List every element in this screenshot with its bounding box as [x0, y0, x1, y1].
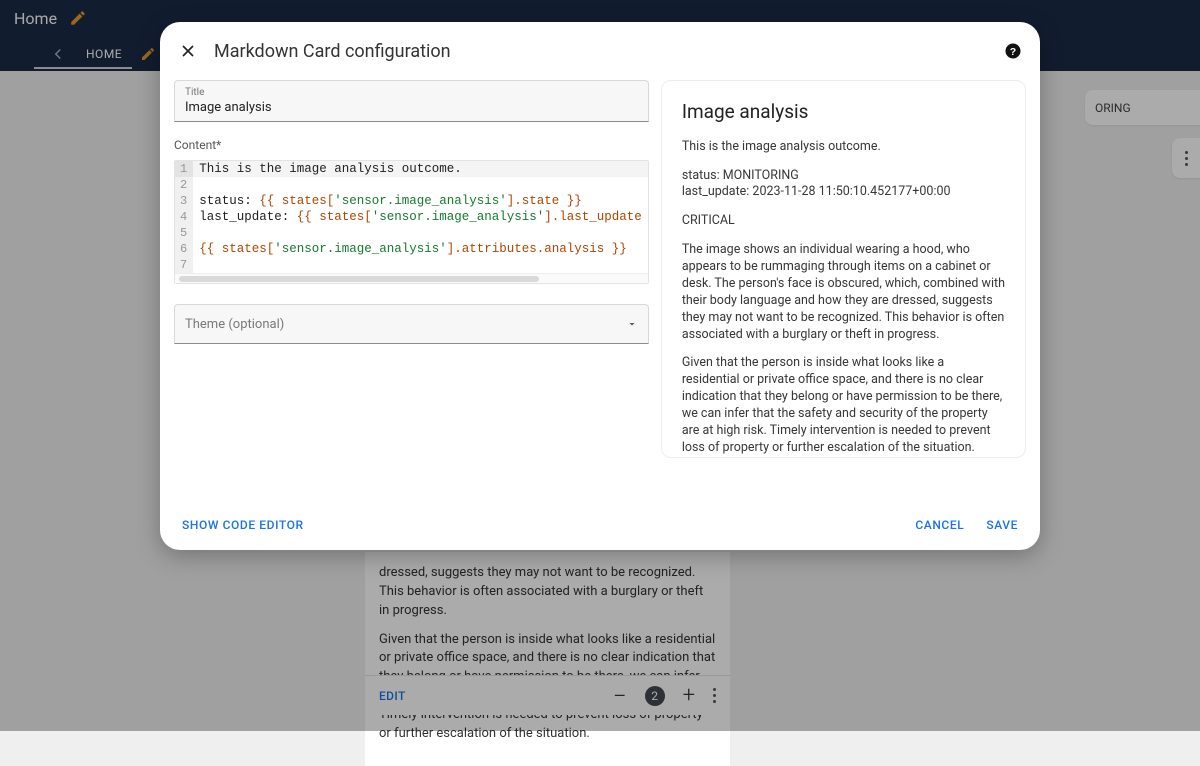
show-code-editor-button[interactable]: SHOW CODE EDITOR [182, 518, 304, 532]
preview-title: Image analysis [682, 99, 1005, 125]
preview-text: This is the image analysis outcome. [682, 139, 1005, 156]
code-editor[interactable]: 1This is the image analysis outcome. 2 3… [174, 160, 649, 284]
content-label: Content* [174, 138, 649, 152]
title-input[interactable]: Title Image analysis [174, 80, 649, 122]
preview-body: The image shows an individual wearing a … [682, 242, 1005, 343]
dialog-title: Markdown Card configuration [214, 41, 451, 62]
preview-card: Image analysis This is the image analysi… [661, 80, 1026, 458]
theme-select[interactable]: Theme (optional) [174, 304, 649, 344]
card-config-dialog: Markdown Card configuration ? Title Imag… [160, 22, 1040, 550]
save-button[interactable]: SAVE [986, 518, 1018, 532]
field-label: Title [185, 87, 638, 98]
svg-text:?: ? [1010, 46, 1016, 58]
theme-label: Theme (optional) [185, 317, 284, 332]
modal-overlay: Markdown Card configuration ? Title Imag… [0, 0, 1200, 731]
field-value: Image analysis [185, 100, 638, 115]
cancel-button[interactable]: CANCEL [915, 518, 964, 532]
chevron-down-icon [626, 318, 638, 330]
preview-level: CRITICAL [682, 213, 1005, 230]
preview-body: Given that the person is inside what loo… [682, 355, 1005, 456]
editor-scrollbar[interactable] [175, 273, 648, 283]
preview-status: status: MONITORINGlast_update: 2023-11-2… [682, 168, 1005, 202]
help-icon[interactable]: ? [1004, 42, 1022, 60]
close-button[interactable] [178, 41, 198, 61]
